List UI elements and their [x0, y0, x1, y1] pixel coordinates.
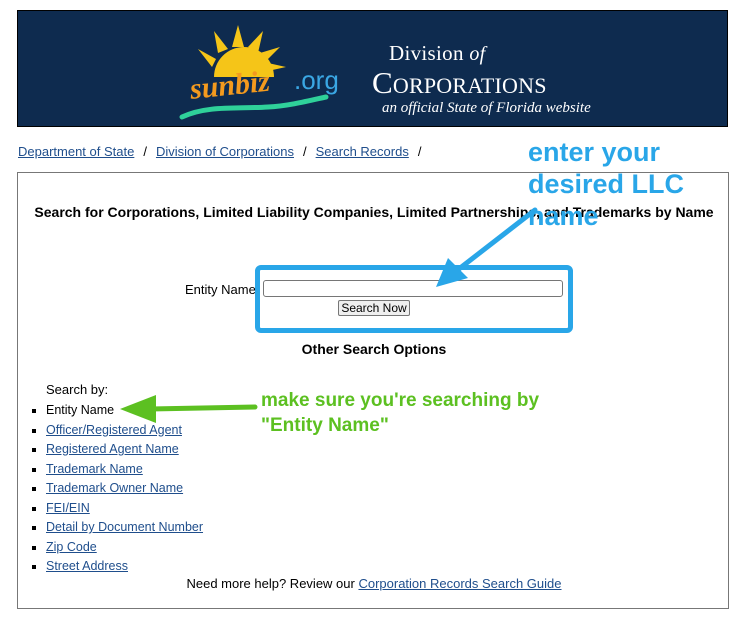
option-label: Entity Name	[46, 403, 115, 417]
breadcrumb-search-records[interactable]: Search Records	[316, 144, 409, 159]
option-zip-code[interactable]: Zip Code	[31, 538, 203, 558]
entity-name-label: Entity Name	[185, 282, 256, 297]
option-entity-name: Entity Name	[31, 401, 203, 421]
option-link[interactable]: Trademark Owner Name	[46, 481, 183, 495]
breadcrumb-separator: /	[302, 144, 307, 159]
help-prefix: Need more help? Review our	[186, 576, 359, 591]
option-link[interactable]: FEI/EIN	[46, 501, 90, 515]
other-search-options-title: Other Search Options	[301, 341, 447, 357]
division-of: of	[469, 43, 486, 65]
sunbiz-logo[interactable]: sunbiz .org	[168, 17, 358, 125]
annotation-entity-name: make sure you're searching by "Entity Na…	[261, 388, 539, 438]
annotation-green-line1: make sure you're searching by	[261, 390, 540, 411]
option-fei-ein[interactable]: FEI/EIN	[31, 499, 203, 519]
entity-input-highlight-box	[255, 265, 573, 333]
division-title: Division of Corporations an official Sta…	[372, 41, 591, 117]
division-word: Division	[389, 41, 464, 65]
option-street-address[interactable]: Street Address	[31, 557, 203, 577]
search-guide-link[interactable]: Corporation Records Search Guide	[358, 576, 561, 591]
option-link[interactable]: Officer/Registered Agent	[46, 423, 182, 437]
option-link[interactable]: Detail by Document Number	[46, 520, 203, 534]
division-line: Division of	[389, 41, 591, 66]
breadcrumb-separator: /	[143, 144, 147, 159]
annotation-enter-llc-name: enter your desired LLC name	[528, 137, 685, 231]
logo-org-text: .org	[294, 65, 339, 95]
search-options-list: Entity Name Officer/Registered Agent Reg…	[31, 401, 203, 577]
annotation-green-line2: "Entity Name"	[261, 415, 389, 436]
option-link[interactable]: Zip Code	[46, 540, 97, 554]
option-link[interactable]: Street Address	[46, 559, 128, 573]
search-by-label: Search by:	[46, 382, 109, 397]
option-link[interactable]: Registered Agent Name	[46, 442, 179, 456]
option-officer-registered-agent[interactable]: Officer/Registered Agent	[31, 421, 203, 441]
sunbiz-header-banner: sunbiz .org Division of Corporations an …	[17, 10, 728, 127]
breadcrumb-department-of-state[interactable]: Department of State	[18, 144, 134, 159]
logo-sunbiz-text: sunbiz	[187, 65, 271, 106]
tagline: an official State of Florida website	[382, 100, 591, 116]
option-detail-by-document-number[interactable]: Detail by Document Number	[31, 518, 203, 538]
breadcrumb: Department of State / Division of Corporat…	[18, 144, 430, 159]
breadcrumb-division-of-corporations[interactable]: Division of Corporations	[156, 144, 294, 159]
option-registered-agent-name[interactable]: Registered Agent Name	[31, 440, 203, 460]
help-text: Need more help? Review our Corporation R…	[18, 576, 730, 591]
option-trademark-owner-name[interactable]: Trademark Owner Name	[31, 479, 203, 499]
option-link[interactable]: Trademark Name	[46, 462, 143, 476]
option-trademark-name[interactable]: Trademark Name	[31, 460, 203, 480]
breadcrumb-separator: /	[417, 144, 422, 159]
corporations-heading: Corporations	[372, 65, 547, 100]
